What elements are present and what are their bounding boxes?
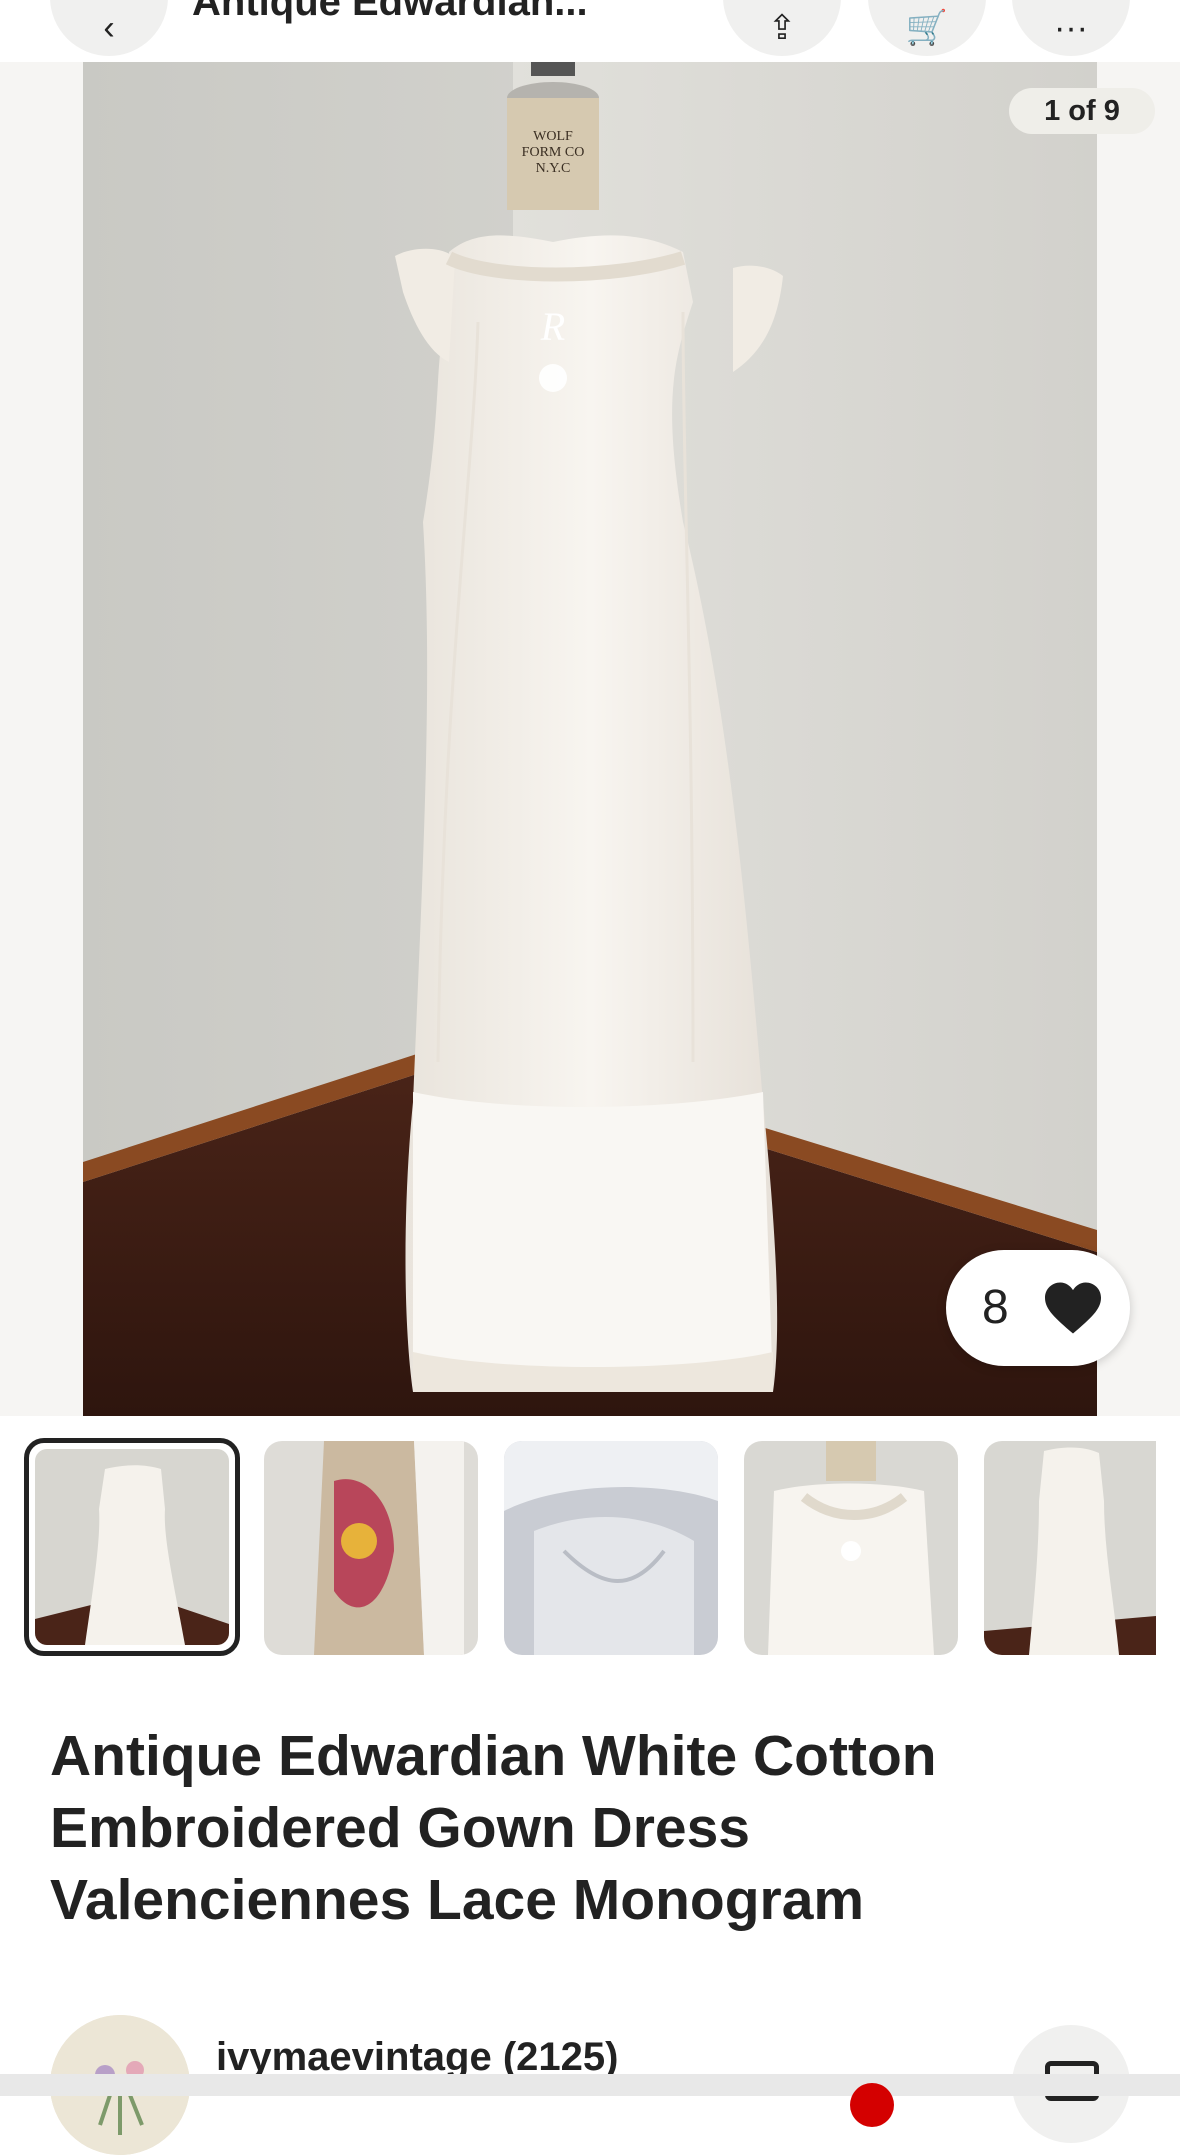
image-counter: 1 of 9 bbox=[1009, 88, 1155, 134]
header-title: Antique Edwardian... bbox=[192, 0, 588, 24]
cart-button[interactable]: 🛒 bbox=[868, 0, 986, 56]
thumbnail-4[interactable] bbox=[744, 1441, 958, 1655]
back-button[interactable]: ‹ bbox=[50, 0, 168, 56]
bottom-bar bbox=[0, 2074, 1180, 2096]
more-icon: ··· bbox=[1054, 9, 1088, 47]
svg-text:R: R bbox=[540, 304, 565, 349]
thumbnail-5[interactable] bbox=[984, 1441, 1156, 1655]
chevron-left-icon: ‹ bbox=[103, 9, 115, 47]
share-button[interactable]: ⇪ bbox=[723, 0, 841, 56]
svg-text:WOLF: WOLF bbox=[533, 129, 573, 144]
cart-icon: 🛒 bbox=[905, 9, 949, 47]
top-bar: ‹ Antique Edwardian... ⇪ 🛒 ··· bbox=[0, 0, 1180, 62]
image-gallery[interactable]: WOLF FORM CO N.Y.C R 1 of 9 8 bbox=[0, 62, 1180, 1416]
thumbnail-2[interactable] bbox=[264, 1441, 478, 1655]
notification-badge bbox=[850, 2083, 894, 2127]
svg-text:FORM CO: FORM CO bbox=[522, 145, 585, 160]
thumbnail-strip[interactable] bbox=[0, 1438, 1180, 1660]
listing-title: Antique Edwardian White Cotton Embroider… bbox=[50, 1724, 937, 1932]
share-icon: ⇪ bbox=[767, 9, 797, 47]
thumbnail-1[interactable] bbox=[24, 1438, 240, 1656]
main-product-photo[interactable]: WOLF FORM CO N.Y.C R bbox=[83, 62, 1097, 1416]
heart-icon bbox=[1045, 1282, 1101, 1334]
favorites-count: 8 bbox=[982, 1281, 1009, 1334]
svg-text:N.Y.C: N.Y.C bbox=[536, 161, 571, 176]
favorite-button[interactable]: 8 bbox=[946, 1250, 1130, 1366]
more-options-button[interactable]: ··· bbox=[1012, 0, 1130, 56]
thumbnail-3[interactable] bbox=[504, 1441, 718, 1655]
